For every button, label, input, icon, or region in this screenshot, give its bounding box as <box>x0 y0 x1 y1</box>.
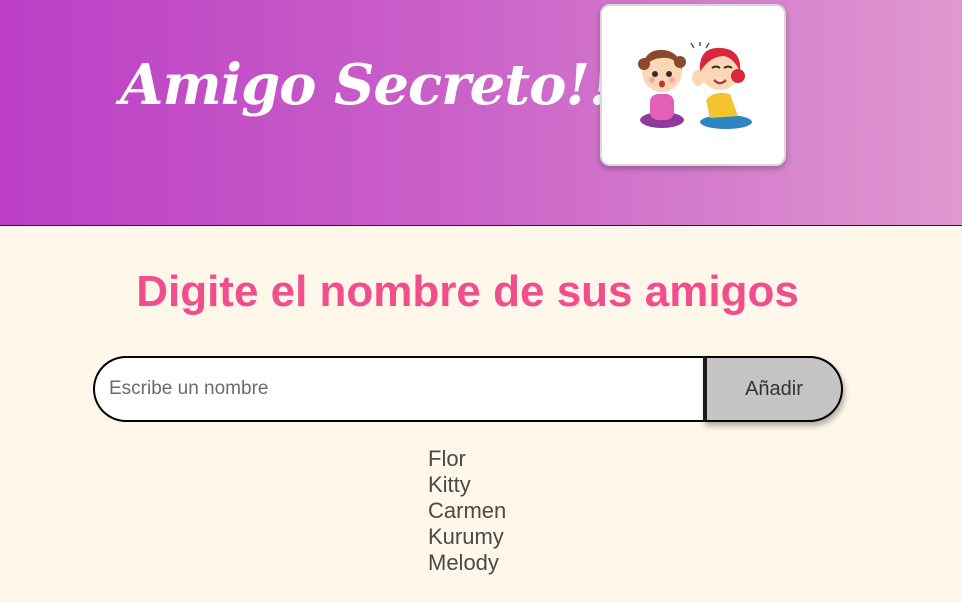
list-item: Melody <box>428 550 499 575</box>
page-header: Amigo Secreto!! <box>0 0 962 226</box>
add-friend-form: Añadir <box>93 356 843 422</box>
list-item: Flor <box>428 446 466 471</box>
list-item: Kitty <box>428 472 471 497</box>
kids-whispering-icon <box>638 42 752 129</box>
section-heading: Digite el nombre de sus amigos <box>136 267 799 316</box>
page-title: Amigo Secreto!! <box>120 52 614 118</box>
friend-name-input[interactable] <box>93 356 703 422</box>
logo-card <box>600 4 786 166</box>
list-item: Carmen <box>428 498 507 523</box>
friends-list: Flor Kitty Carmen Kurumy Melody <box>428 446 506 576</box>
add-button[interactable]: Añadir <box>703 356 843 422</box>
list-item: Kurumy <box>428 524 504 549</box>
